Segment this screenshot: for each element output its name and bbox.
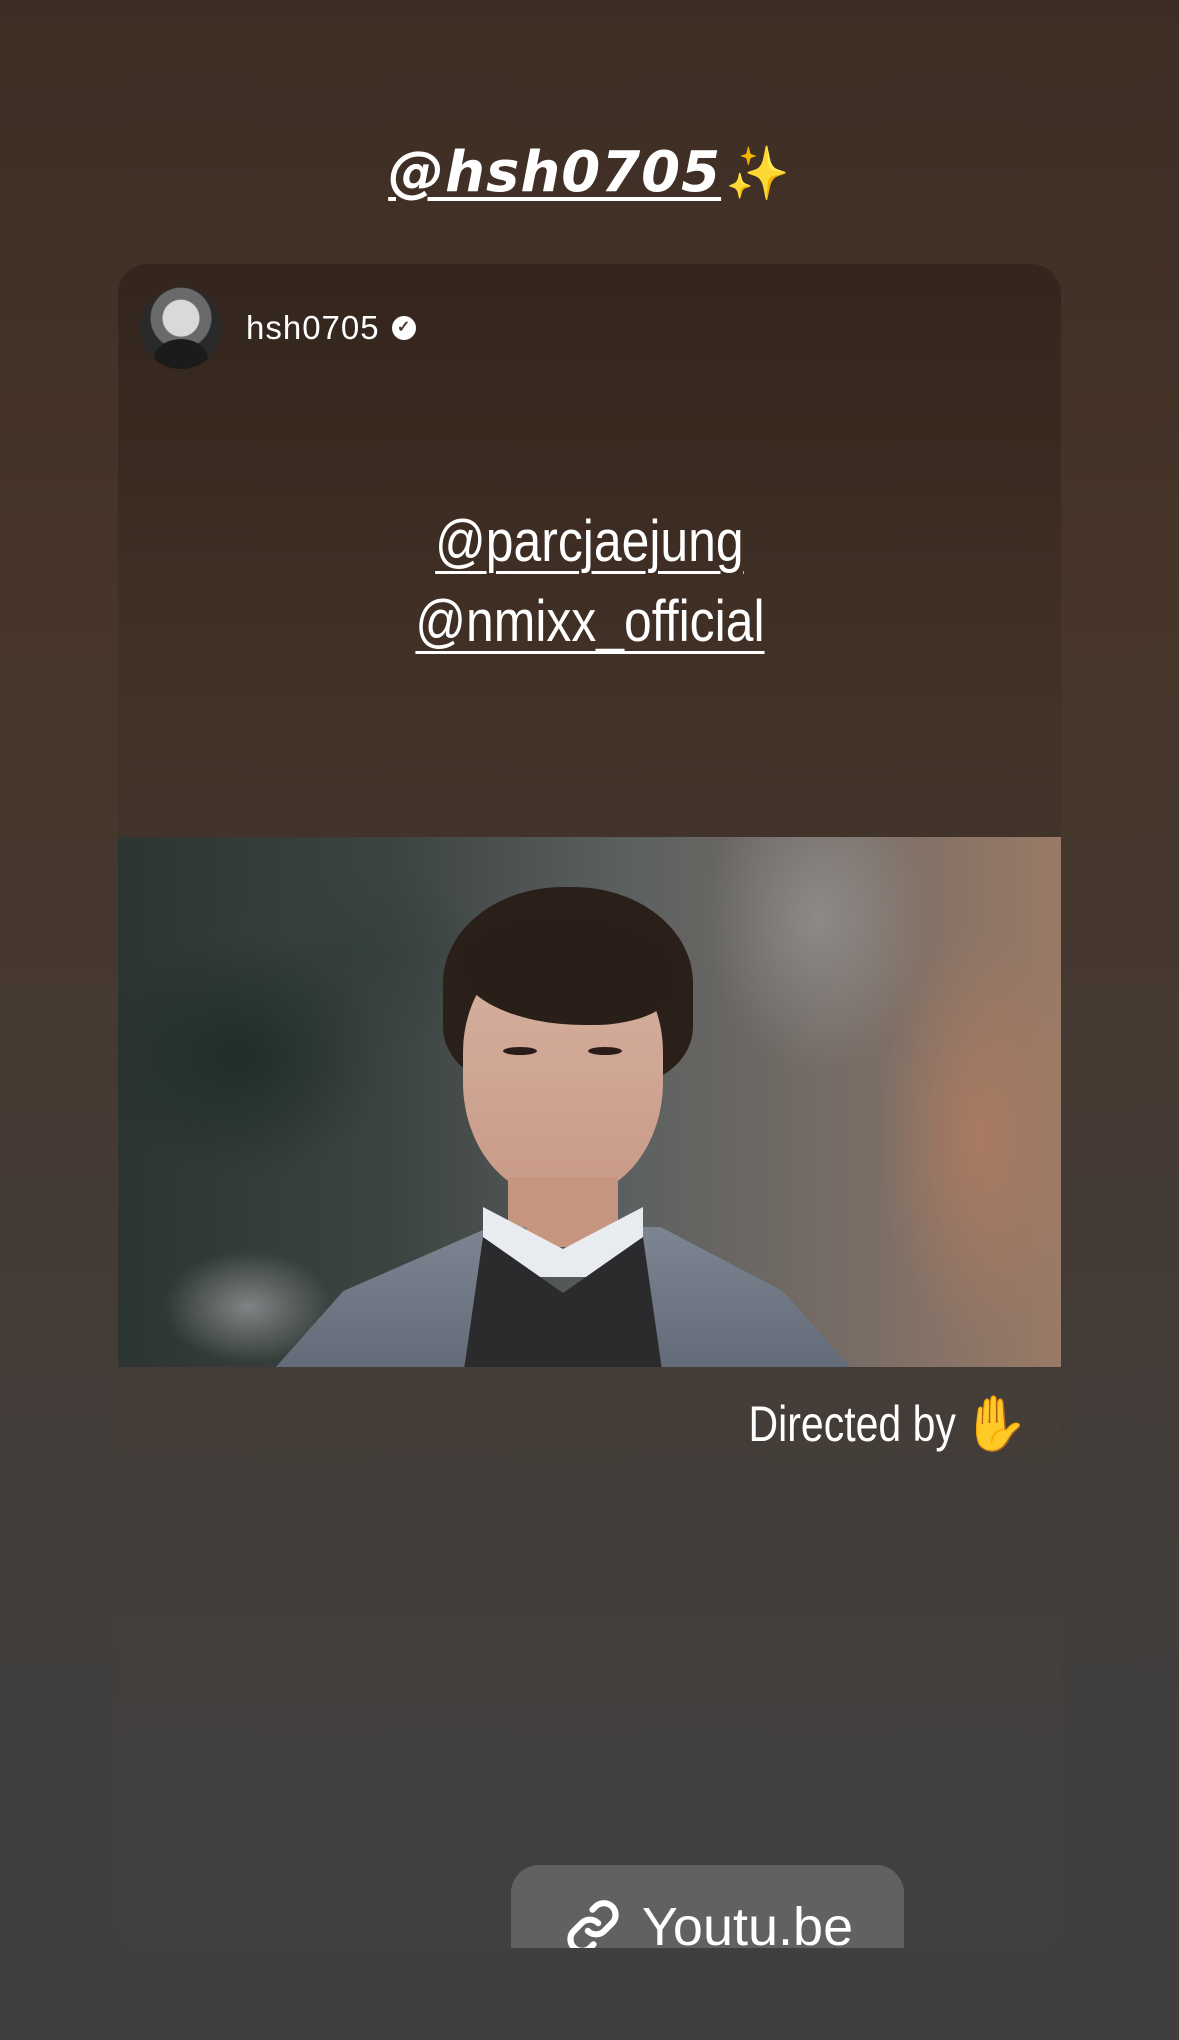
post-header[interactable]: hsh0705 ✓ [140, 286, 416, 370]
raised-hand-icon: ✋ [961, 1394, 1029, 1454]
post-mentions: @parcjaejung @nmixx_official [118, 502, 1061, 662]
story-mention-handle[interactable]: @hsh0705 [388, 140, 721, 205]
video-thumbnail[interactable] [118, 837, 1061, 1367]
caption-text: Directed by [748, 1396, 956, 1452]
sparkles-icon: ✨ [725, 144, 791, 204]
shared-post-card[interactable]: hsh0705 ✓ @parcjaejung @nmixx_official D… [118, 264, 1061, 1948]
post-caption: Directed by ✋ [703, 1394, 1029, 1454]
story-mention-sticker[interactable]: @hsh0705✨ [0, 138, 1179, 209]
mention-nmixx-official[interactable]: @nmixx_official [415, 582, 764, 662]
post-username[interactable]: hsh0705 [246, 309, 380, 347]
avatar[interactable] [140, 287, 222, 369]
verified-badge-icon: ✓ [391, 316, 416, 340]
link-icon [567, 1900, 619, 1948]
person-figure [258, 887, 868, 1367]
link-sticker[interactable]: Youtu.be [511, 1865, 904, 1948]
link-sticker-label: Youtu.be [641, 1897, 854, 1948]
mention-parcjaejung[interactable]: @parcjaejung [435, 502, 744, 582]
